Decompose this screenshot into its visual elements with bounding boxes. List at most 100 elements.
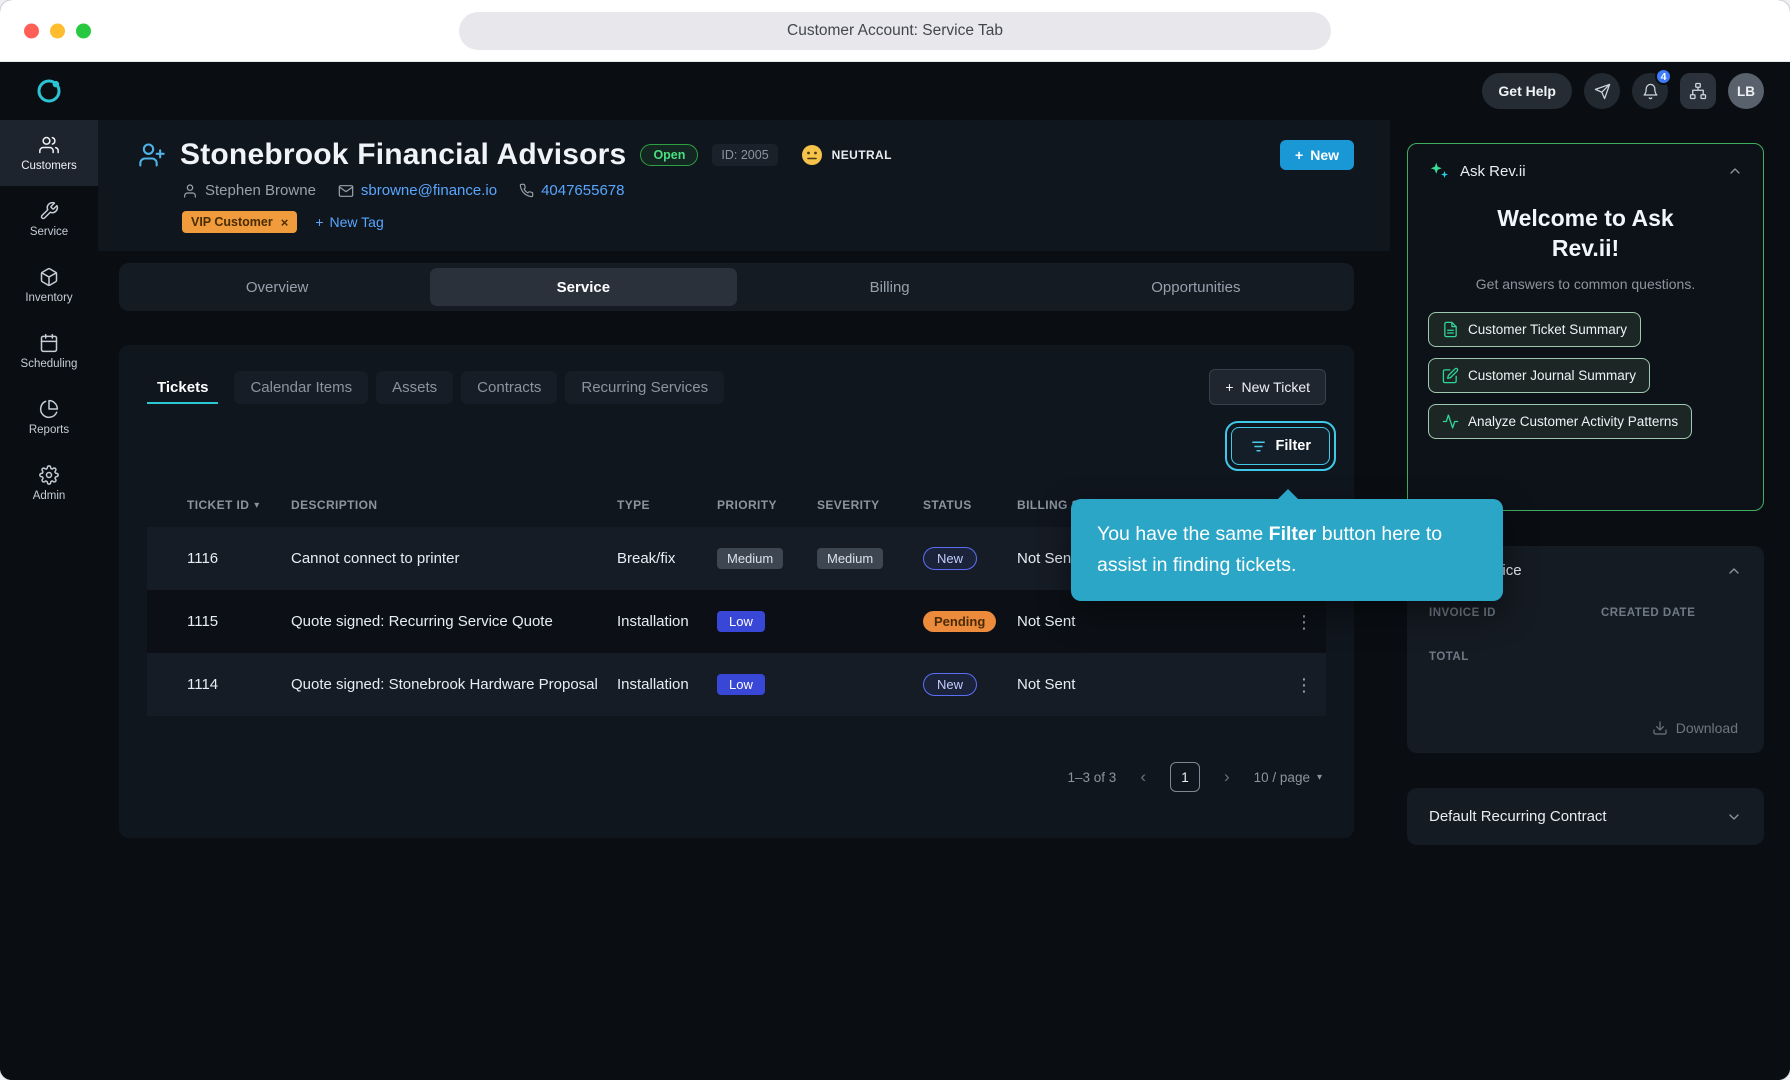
current-page-button[interactable]: 1 bbox=[1170, 762, 1200, 792]
expand-chevron-down-icon[interactable] bbox=[1726, 809, 1742, 825]
notifications-button[interactable]: 4 bbox=[1632, 73, 1668, 109]
contact-phone: 4047655678 bbox=[519, 182, 624, 199]
remove-tag-icon[interactable]: × bbox=[281, 216, 289, 229]
gear-icon bbox=[39, 465, 59, 485]
minimize-window-button[interactable] bbox=[50, 23, 65, 38]
sidebar-item-scheduling[interactable]: Scheduling bbox=[0, 318, 98, 384]
contact-name: Stephen Browne bbox=[182, 182, 316, 199]
ask-revii-card: Ask Rev.ii Welcome to Ask Rev.ii! Get an… bbox=[1407, 143, 1764, 511]
sort-caret-icon[interactable]: ▾ bbox=[254, 500, 259, 511]
filter-coachmark-tooltip: You have the same Filter button here to … bbox=[1071, 499, 1503, 601]
column-priority: PRIORITY bbox=[717, 498, 817, 512]
journal-pen-icon bbox=[1442, 367, 1459, 384]
filter-icon bbox=[1250, 438, 1267, 455]
org-hierarchy-button[interactable] bbox=[1680, 73, 1716, 109]
cell-ticket-id: 1115 bbox=[147, 613, 291, 630]
pagination: 1–3 of 3 ‹ 1 › 10 / page ▾ bbox=[147, 762, 1326, 792]
row-actions-icon[interactable]: ⋮ bbox=[1295, 676, 1313, 694]
neutral-face-icon bbox=[800, 143, 824, 167]
sidebar-item-inventory[interactable]: Inventory bbox=[0, 252, 98, 318]
subtab-tickets[interactable]: Tickets bbox=[147, 371, 218, 404]
new-button-label: New bbox=[1310, 147, 1339, 163]
activity-chart-icon bbox=[1442, 413, 1459, 430]
table-row[interactable]: 1114 Quote signed: Stonebrook Hardware P… bbox=[147, 653, 1326, 716]
next-page-button[interactable]: › bbox=[1218, 766, 1236, 788]
row-actions-icon[interactable]: ⋮ bbox=[1295, 613, 1313, 631]
phone-icon bbox=[519, 183, 534, 198]
customer-status-badge: Open bbox=[640, 144, 698, 166]
column-ticket-id: TICKET ID bbox=[187, 498, 249, 512]
sidebar-item-service[interactable]: Service bbox=[0, 186, 98, 252]
sidebar-item-reports[interactable]: Reports bbox=[0, 384, 98, 450]
subtab-calendar-items[interactable]: Calendar Items bbox=[234, 371, 368, 404]
sitemap-icon bbox=[1689, 82, 1707, 100]
download-icon bbox=[1652, 720, 1668, 736]
tab-service[interactable]: Service bbox=[430, 268, 736, 306]
subtab-contracts[interactable]: Contracts bbox=[461, 371, 557, 404]
analyze-activity-patterns-button[interactable]: Analyze Customer Activity Patterns bbox=[1428, 404, 1692, 439]
page-size-select[interactable]: 10 / page ▾ bbox=[1254, 770, 1322, 785]
collapse-chevron-up-icon[interactable] bbox=[1726, 563, 1742, 579]
package-icon bbox=[39, 267, 59, 287]
email-link[interactable]: sbrowne@finance.io bbox=[361, 182, 497, 199]
send-button[interactable] bbox=[1584, 73, 1620, 109]
phone-link[interactable]: 4047655678 bbox=[541, 182, 624, 199]
new-ticket-label: New Ticket bbox=[1242, 379, 1310, 395]
previous-page-button[interactable]: ‹ bbox=[1134, 766, 1152, 788]
tab-overview[interactable]: Overview bbox=[124, 268, 430, 306]
wrench-icon bbox=[39, 201, 59, 221]
subtab-recurring-services[interactable]: Recurring Services bbox=[565, 371, 724, 404]
topbar-actions: Get Help 4 LB bbox=[1482, 73, 1764, 109]
cell-billing-status: Not Sent bbox=[1017, 613, 1167, 630]
filter-row: Filter bbox=[147, 421, 1336, 471]
window-titlebar: Customer Account: Service Tab bbox=[0, 0, 1790, 62]
user-avatar[interactable]: LB bbox=[1728, 73, 1764, 109]
invoice-id-label: INVOICE ID bbox=[1429, 607, 1601, 619]
contract-card-title: Default Recurring Contract bbox=[1429, 808, 1607, 825]
cell-description: Quote signed: Recurring Service Quote bbox=[291, 613, 617, 630]
column-status: STATUS bbox=[923, 498, 1017, 512]
zoom-window-button[interactable] bbox=[76, 23, 91, 38]
customer-journal-summary-button[interactable]: Customer Journal Summary bbox=[1428, 358, 1650, 393]
download-label: Download bbox=[1676, 720, 1738, 736]
plus-icon: + bbox=[1295, 147, 1303, 163]
app-logo-icon[interactable] bbox=[34, 76, 64, 106]
cell-ticket-id: 1114 bbox=[147, 676, 291, 693]
customer-person-icon bbox=[138, 141, 166, 169]
sidebar-item-admin[interactable]: Admin bbox=[0, 450, 98, 516]
pie-chart-icon bbox=[39, 399, 59, 419]
file-text-icon bbox=[1442, 321, 1459, 338]
priority-badge: Medium bbox=[717, 548, 783, 569]
app-window: Customer Account: Service Tab Get Help bbox=[0, 0, 1790, 1080]
bell-icon bbox=[1642, 83, 1659, 100]
filter-button[interactable]: Filter bbox=[1231, 427, 1330, 465]
get-help-button[interactable]: Get Help bbox=[1482, 73, 1572, 109]
mail-icon bbox=[338, 183, 354, 199]
subtab-assets[interactable]: Assets bbox=[376, 371, 453, 404]
sidebar-item-label: Reports bbox=[29, 424, 69, 436]
traffic-lights bbox=[24, 23, 91, 38]
collapse-chevron-up-icon[interactable] bbox=[1727, 163, 1743, 179]
plus-icon: + bbox=[315, 214, 323, 230]
contact-name-text: Stephen Browne bbox=[205, 182, 316, 199]
new-ticket-button[interactable]: + New Ticket bbox=[1209, 369, 1326, 405]
account-tabs: Overview Service Billing Opportunities bbox=[119, 263, 1354, 311]
window-title: Customer Account: Service Tab bbox=[459, 12, 1331, 50]
default-recurring-contract-card[interactable]: Default Recurring Contract bbox=[1407, 788, 1764, 845]
new-tag-button[interactable]: + New Tag bbox=[315, 214, 383, 230]
close-window-button[interactable] bbox=[24, 23, 39, 38]
sparkles-icon bbox=[1428, 160, 1450, 182]
priority-badge: Low bbox=[717, 611, 765, 632]
new-button[interactable]: + New bbox=[1280, 140, 1354, 170]
sidebar-item-customers[interactable]: Customers bbox=[0, 120, 98, 186]
download-invoice-button[interactable]: Download bbox=[1646, 719, 1744, 737]
customer-ticket-summary-button[interactable]: Customer Ticket Summary bbox=[1428, 312, 1641, 347]
sidebar-item-label: Inventory bbox=[25, 292, 72, 304]
tab-billing[interactable]: Billing bbox=[737, 268, 1043, 306]
tickets-subtabs: Tickets Calendar Items Assets Contracts … bbox=[147, 369, 1326, 405]
plus-icon: + bbox=[1225, 379, 1233, 395]
tab-opportunities[interactable]: Opportunities bbox=[1043, 268, 1349, 306]
status-badge: New bbox=[923, 547, 977, 570]
cell-type: Installation bbox=[617, 613, 717, 630]
ask-welcome-subtext: Get answers to common questions. bbox=[1428, 276, 1743, 292]
